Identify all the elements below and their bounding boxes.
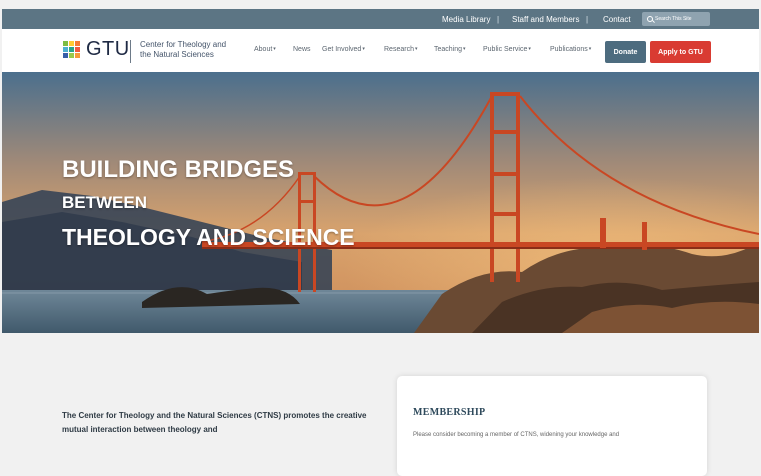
utility-bar: Media Library | Staff and Members | Cont…	[2, 9, 759, 29]
media-library-link[interactable]: Media Library	[442, 15, 490, 24]
search-placeholder: Search This Site	[655, 16, 692, 22]
gtu-logo-icon[interactable]	[63, 41, 81, 58]
search-icon	[647, 16, 653, 22]
nav-get-involved-label: Get Involved	[322, 46, 362, 53]
chevron-down-icon: ▾	[414, 46, 418, 52]
search-input[interactable]: Search This Site	[642, 12, 710, 26]
staff-and-members-link[interactable]: Staff and Members	[512, 15, 579, 24]
hero-heading-line3: THEOLOGY AND SCIENCE	[62, 224, 355, 250]
membership-title: MEMBERSHIP	[413, 407, 486, 418]
hero-heading-line2: BETWEEN	[62, 193, 147, 212]
nav-teaching[interactable]: Teaching▾	[434, 46, 466, 53]
separator: |	[586, 15, 589, 24]
membership-text: Please consider becoming a member of CTN…	[413, 432, 620, 438]
logo-text[interactable]: GTU	[86, 38, 130, 61]
center-name-line1: Center for Theology and	[140, 40, 227, 49]
intro-text: The Center for Theology and the Natural …	[62, 411, 367, 434]
nav-about[interactable]: About▾	[254, 46, 276, 53]
nav-news[interactable]: News	[293, 46, 311, 53]
hero-banner: BUILDING BRIDGES BETWEEN THEOLOGY AND SC…	[2, 72, 759, 333]
nav-teaching-label: Teaching	[434, 46, 463, 53]
chevron-down-icon: ▾	[528, 46, 531, 52]
donate-button[interactable]: Donate	[605, 41, 646, 63]
chevron-down-icon: ▾	[588, 46, 592, 52]
center-name: Center for Theology and the Natural Scie…	[140, 40, 226, 60]
nav-research-label: Research	[384, 46, 414, 53]
nav-about-label: About	[254, 46, 273, 53]
contact-link[interactable]: Contact	[603, 15, 631, 24]
nav-publications-label: Publications	[550, 46, 588, 53]
nav-research[interactable]: Research▾	[384, 46, 417, 53]
nav-news-label: News	[293, 46, 311, 53]
nav-public-service[interactable]: Public Service▾	[483, 46, 531, 53]
main-header: GTU Center for Theology and the Natural …	[2, 29, 759, 73]
logo-divider	[130, 40, 131, 63]
chevron-down-icon: ▾	[463, 46, 466, 52]
nav-publications[interactable]: Publications▾	[550, 46, 591, 53]
chevron-down-icon: ▾	[362, 46, 365, 52]
hero-heading-line1: BUILDING BRIDGES	[62, 156, 295, 183]
chevron-down-icon: ▾	[273, 46, 276, 52]
nav-public-service-label: Public Service	[483, 46, 528, 53]
nav-get-involved[interactable]: Get Involved▾	[322, 46, 365, 53]
apply-to-gtu-button[interactable]: Apply to GTU	[650, 41, 711, 63]
separator: |	[497, 15, 500, 24]
center-name-line2: the Natural Sciences	[140, 50, 214, 59]
membership-card: MEMBERSHIP Please consider becoming a me…	[397, 376, 707, 476]
